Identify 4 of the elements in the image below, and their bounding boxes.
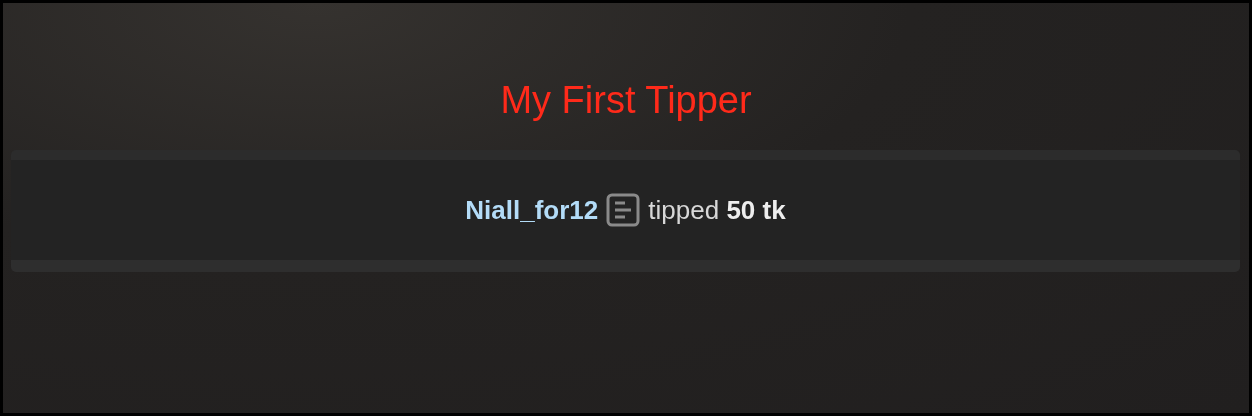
tip-message: tipped 50 tk xyxy=(648,194,786,226)
username-link[interactable]: Niall_for12 xyxy=(465,194,599,226)
document-icon xyxy=(606,193,641,227)
page-title: My First Tipper xyxy=(500,78,752,122)
